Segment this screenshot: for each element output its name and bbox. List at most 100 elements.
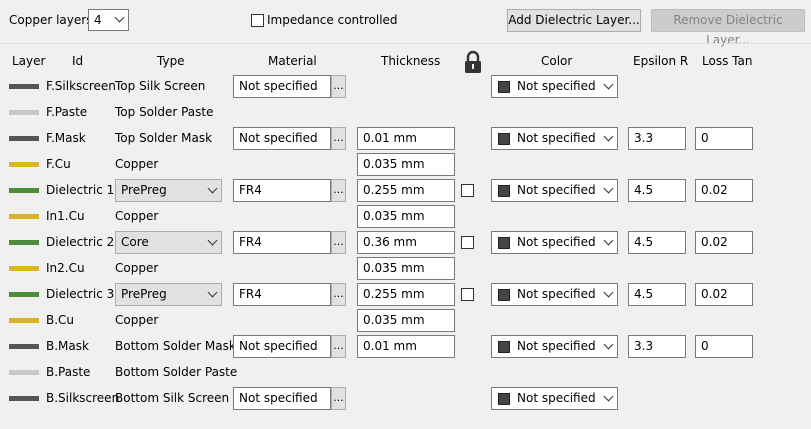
header-material: Material xyxy=(268,54,317,68)
chevron-down-icon xyxy=(603,131,614,142)
material-input[interactable]: Not specified xyxy=(233,127,331,150)
color-select[interactable]: Not specified xyxy=(491,335,618,358)
material-browse-button[interactable]: ... xyxy=(331,179,346,202)
material-input[interactable]: FR4 xyxy=(233,231,331,254)
layer-color-swatch xyxy=(9,344,39,349)
thickness-input[interactable]: 0.01 mm xyxy=(357,335,455,358)
header-epsilon: Epsilon R xyxy=(633,54,689,68)
thickness-input[interactable]: 0.255 mm xyxy=(357,283,455,306)
color-select[interactable]: Not specified xyxy=(491,75,618,98)
material-browse-button[interactable]: ... xyxy=(331,75,346,98)
layer-type: Top Solder Paste xyxy=(115,105,214,119)
color-select[interactable]: Not specified xyxy=(491,387,618,410)
chevron-down-icon xyxy=(207,235,218,246)
layer-color-swatch xyxy=(9,396,39,401)
thickness-lock-checkbox[interactable] xyxy=(461,184,474,197)
color-value: Not specified xyxy=(517,183,596,197)
color-preview xyxy=(498,185,510,197)
material-browse-button[interactable]: ... xyxy=(331,231,346,254)
color-value: Not specified xyxy=(517,131,596,145)
color-value: Not specified xyxy=(517,235,596,249)
color-preview xyxy=(498,237,510,249)
layer-type-select[interactable]: PrePreg xyxy=(115,283,222,306)
layer-type: Copper xyxy=(115,209,159,223)
layer-type-select[interactable]: Core xyxy=(115,231,222,254)
layer-type: Top Solder Mask xyxy=(115,131,213,145)
layer-type: Copper xyxy=(115,157,159,171)
layer-id: B.Silkscreen xyxy=(46,391,120,405)
chevron-down-icon xyxy=(603,183,614,194)
header-layer: Layer xyxy=(12,54,46,68)
loss-tan-input[interactable]: 0.02 xyxy=(695,283,753,306)
copper-layers-select[interactable]: 4 xyxy=(88,9,129,31)
layer-type: Copper xyxy=(115,313,159,327)
layer-id: F.Cu xyxy=(46,157,71,171)
layer-color-swatch xyxy=(9,214,39,219)
loss-tan-input[interactable]: 0 xyxy=(695,127,753,150)
color-preview xyxy=(498,393,510,405)
material-input[interactable]: FR4 xyxy=(233,179,331,202)
layer-id: In2.Cu xyxy=(46,261,85,275)
color-select[interactable]: Not specified xyxy=(491,231,618,254)
material-browse-button[interactable]: ... xyxy=(331,387,346,410)
layer-color-swatch xyxy=(9,136,39,141)
loss-tan-input[interactable]: 0.02 xyxy=(695,231,753,254)
layer-color-swatch xyxy=(9,370,39,375)
chevron-down-icon xyxy=(603,287,614,298)
epsilon-r-input[interactable]: 4.5 xyxy=(628,283,686,306)
layer-id: Dielectric 1 xyxy=(46,183,115,197)
toolbar-separator xyxy=(0,43,811,44)
color-select[interactable]: Not specified xyxy=(491,127,618,150)
layer-id: B.Paste xyxy=(46,365,91,379)
layer-color-swatch xyxy=(9,318,39,323)
thickness-input[interactable]: 0.035 mm xyxy=(357,205,455,228)
layer-color-swatch xyxy=(9,188,39,193)
thickness-lock-checkbox[interactable] xyxy=(461,236,474,249)
thickness-input[interactable]: 0.035 mm xyxy=(357,153,455,176)
color-preview xyxy=(498,341,510,353)
thickness-input[interactable]: 0.035 mm xyxy=(357,257,455,280)
chevron-down-icon xyxy=(207,183,218,194)
chevron-down-icon xyxy=(207,287,218,298)
layer-type-select[interactable]: PrePreg xyxy=(115,179,222,202)
layer-id: Dielectric 2 xyxy=(46,235,115,249)
color-select[interactable]: Not specified xyxy=(491,179,618,202)
material-input[interactable]: Not specified xyxy=(233,387,331,410)
layer-id: B.Mask xyxy=(46,339,89,353)
epsilon-r-input[interactable]: 4.5 xyxy=(628,231,686,254)
material-browse-button[interactable]: ... xyxy=(331,283,346,306)
material-input[interactable]: FR4 xyxy=(233,283,331,306)
chevron-down-icon xyxy=(603,79,614,90)
layer-id: B.Cu xyxy=(46,313,75,327)
thickness-input[interactable]: 0.255 mm xyxy=(357,179,455,202)
loss-tan-input[interactable]: 0.02 xyxy=(695,179,753,202)
layer-id: In1.Cu xyxy=(46,209,85,223)
layer-color-swatch xyxy=(9,266,39,271)
material-input[interactable]: Not specified xyxy=(233,335,331,358)
chevron-down-icon xyxy=(603,339,614,350)
thickness-input[interactable]: 0.035 mm xyxy=(357,309,455,332)
loss-tan-input[interactable]: 0 xyxy=(695,335,753,358)
color-preview xyxy=(498,289,510,301)
layer-color-swatch xyxy=(9,240,39,245)
material-browse-button[interactable]: ... xyxy=(331,127,346,150)
add-dielectric-layer-button[interactable]: Add Dielectric Layer... xyxy=(507,9,641,32)
thickness-input[interactable]: 0.01 mm xyxy=(357,127,455,150)
color-value: Not specified xyxy=(517,339,596,353)
remove-dielectric-layer-button[interactable]: Remove Dielectric Layer... xyxy=(651,9,805,47)
impedance-controlled-checkbox[interactable] xyxy=(251,14,264,27)
material-browse-button[interactable]: ... xyxy=(331,335,346,358)
color-select[interactable]: Not specified xyxy=(491,283,618,306)
thickness-lock-checkbox[interactable] xyxy=(461,288,474,301)
thickness-input[interactable]: 0.36 mm xyxy=(357,231,455,254)
material-input[interactable]: Not specified xyxy=(233,75,331,98)
chevron-down-icon xyxy=(603,391,614,402)
layer-type: Bottom Solder Mask xyxy=(115,339,236,353)
chevron-down-icon xyxy=(603,235,614,246)
layer-type-value: PrePreg xyxy=(121,183,167,197)
copper-layers-value: 4 xyxy=(94,13,102,27)
epsilon-r-input[interactable]: 3.3 xyxy=(628,335,686,358)
color-value: Not specified xyxy=(517,391,596,405)
epsilon-r-input[interactable]: 4.5 xyxy=(628,179,686,202)
epsilon-r-input[interactable]: 3.3 xyxy=(628,127,686,150)
